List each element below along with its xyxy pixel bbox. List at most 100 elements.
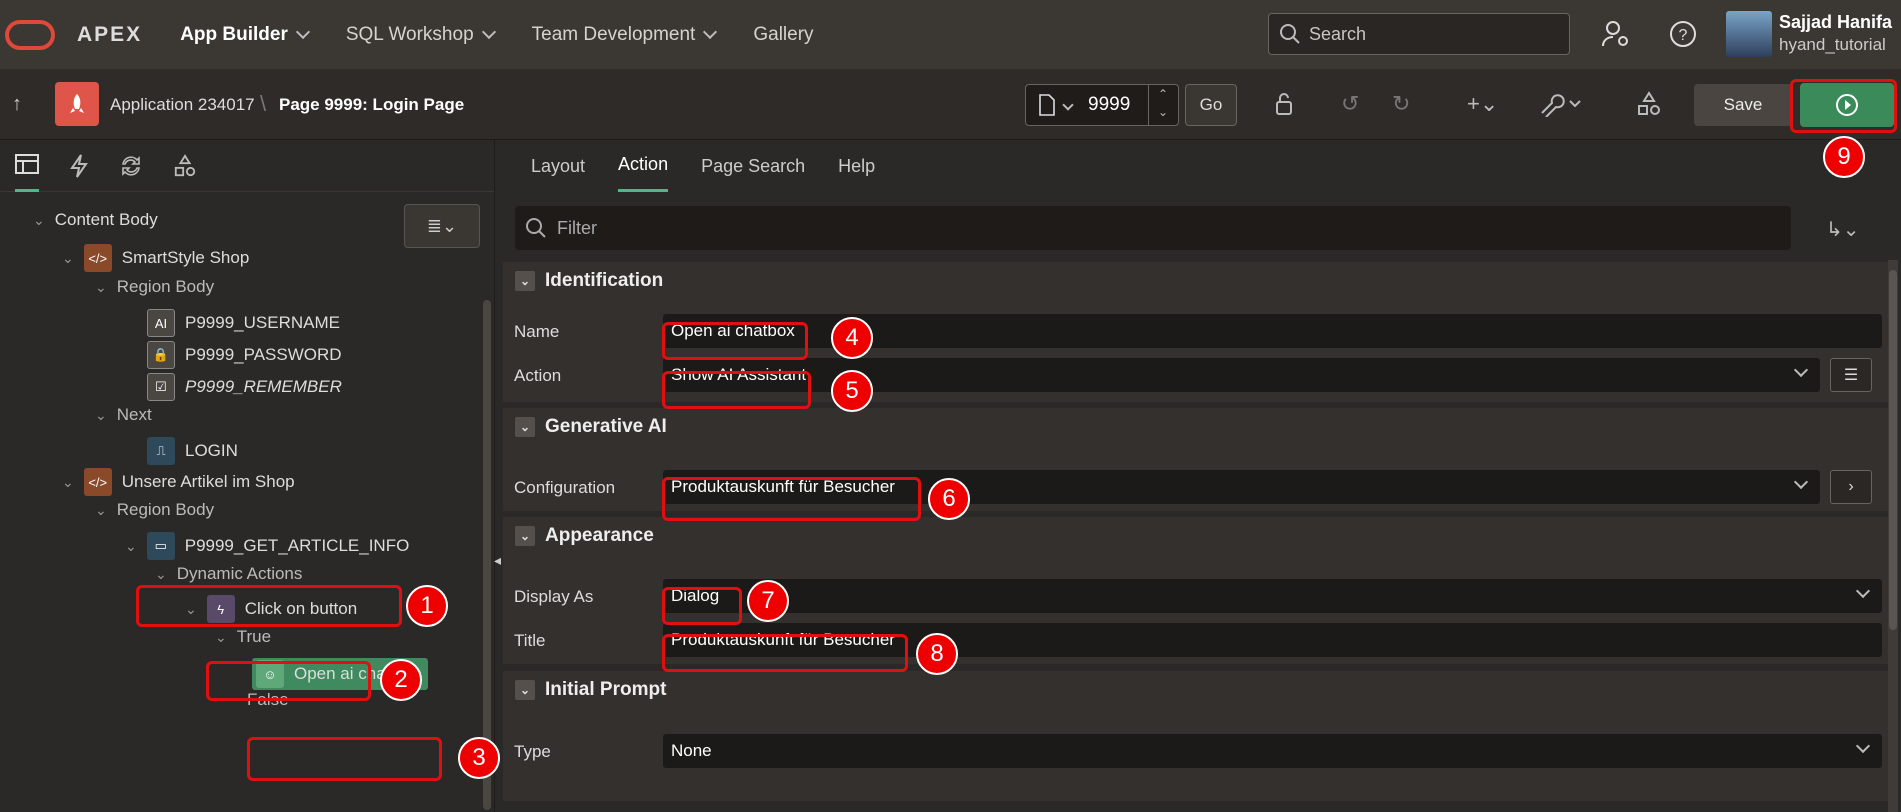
display-as-value: Dialog — [671, 586, 720, 605]
tab-help[interactable]: Help — [838, 140, 875, 192]
tree-node-content-body[interactable]: ⌄ Content Body — [33, 210, 158, 230]
left-panel-tabs — [0, 140, 494, 192]
tree-node-region-body[interactable]: ⌄ Region Body — [95, 277, 214, 297]
property-scrollbar[interactable] — [1888, 260, 1898, 812]
shared-components-icon[interactable] — [1636, 91, 1662, 123]
section-title: Generative AI — [545, 416, 667, 437]
tree-node-false[interactable]: False — [247, 690, 289, 710]
section-header-generative-ai[interactable]: ⌄ Generative AI — [515, 416, 667, 438]
chevron-down-icon — [1062, 99, 1074, 111]
page-number-spinner[interactable]: ⌃ ⌄ — [1148, 85, 1178, 125]
configuration-select[interactable]: Produktauskunft für Besucher — [663, 470, 1820, 504]
annotation-badge-4: 4 — [831, 317, 873, 359]
nav-gallery[interactable]: Gallery — [753, 24, 813, 46]
undo-icon[interactable]: ↺ — [1341, 91, 1359, 117]
tree-node-smartstyle-shop[interactable]: ⌄ </> SmartStyle Shop — [62, 244, 249, 272]
title-field[interactable]: Produktauskunft für Besucher — [663, 623, 1882, 657]
region-icon: </> — [83, 244, 112, 272]
chevron-down-icon: ⌄ — [95, 278, 107, 295]
redo-icon[interactable]: ↻ — [1392, 91, 1410, 117]
tree-node-label: Unsere Artikel im Shop — [121, 472, 295, 491]
tree-node-p9999-password[interactable]: 🔒 P9999_PASSWORD — [147, 341, 342, 369]
save-button[interactable]: Save — [1694, 84, 1792, 126]
tree-node-login[interactable]: ⎍ LOGIN — [147, 437, 238, 465]
tree-node-label: Click on button — [244, 599, 358, 618]
nav-team-development-label: Team Development — [531, 23, 696, 45]
avatar[interactable] — [1726, 11, 1772, 57]
tree-node-get-article-info[interactable]: ⌄ ▭ P9999_GET_ARTICLE_INFO — [125, 532, 409, 560]
action-value: Show AI Assistant — [671, 365, 807, 384]
nav-team-development[interactable]: Team Development — [531, 23, 718, 46]
chevron-down-icon — [481, 24, 496, 39]
chevron-down-icon — [1793, 362, 1809, 378]
tree-scrollbar[interactable] — [483, 300, 491, 810]
arrow-up-icon[interactable]: ↑ — [12, 93, 22, 116]
type-select[interactable]: None — [663, 734, 1882, 768]
user-workspace: hyand_tutorial — [1779, 35, 1886, 54]
oracle-logo[interactable] — [5, 19, 55, 50]
section-header-appearance[interactable]: ⌄ Appearance — [515, 525, 654, 547]
go-button[interactable]: Go — [1185, 84, 1237, 126]
top-navigation: APEX App Builder SQL Workshop Team Devel… — [0, 0, 1901, 69]
section-appearance: ⌄ Appearance Display As Dialog Title Prod… — [503, 517, 1891, 664]
apex-brand[interactable]: APEX — [77, 23, 142, 47]
tab-action[interactable]: Action — [618, 140, 669, 192]
chevron-down-icon: ⌄ — [33, 211, 45, 228]
annotation-badge-2: 2 — [380, 659, 422, 701]
search-icon — [526, 218, 546, 238]
tree-node-label: LOGIN — [185, 441, 238, 460]
run-page-button[interactable] — [1800, 83, 1894, 127]
scrollbar-thumb[interactable] — [1889, 270, 1897, 630]
configuration-open-button[interactable]: › — [1830, 470, 1872, 504]
tree-node-dynamic-actions[interactable]: ⌄ Dynamic Actions — [155, 564, 302, 584]
tree-node-p9999-remember[interactable]: ☑ P9999_REMEMBER — [147, 373, 342, 401]
title-value: Produktauskunft für Besucher — [671, 630, 895, 649]
user-name[interactable]: Sajjad Hanifa — [1779, 12, 1892, 33]
tree-node-region-body-2[interactable]: ⌄ Region Body — [95, 500, 214, 520]
chevron-down-icon: ⌄ — [62, 473, 74, 490]
annotation-badge-9: 9 — [1823, 136, 1865, 178]
nav-sql-workshop[interactable]: SQL Workshop — [346, 24, 496, 46]
page-icon — [1039, 94, 1055, 116]
section-header-initial-prompt[interactable]: ⌄ Initial Prompt — [515, 679, 666, 701]
refresh-icon — [122, 155, 140, 176]
tree-node-next[interactable]: ⌄ Next — [95, 405, 152, 425]
create-menu-icon[interactable]: +⌄ — [1467, 91, 1498, 117]
tree-node-true[interactable]: ⌄ True — [215, 627, 271, 647]
nav-gallery-label: Gallery — [753, 23, 814, 45]
tab-processing[interactable] — [119, 140, 143, 192]
tab-page-search[interactable]: Page Search — [701, 140, 805, 192]
tree-node-p9999-username[interactable]: AI P9999_USERNAME — [147, 309, 340, 337]
tab-shared-components[interactable] — [173, 140, 197, 192]
tab-dynamic-actions[interactable] — [69, 140, 89, 192]
tree-menu-button[interactable]: ≣⌄ — [404, 204, 480, 248]
button-icon: ⎍ — [147, 437, 175, 465]
utilities-wrench-icon[interactable] — [1538, 91, 1584, 123]
go-to-group-icon[interactable]: ↳⌄ — [1826, 217, 1860, 242]
help-icon[interactable]: ? — [1665, 16, 1701, 52]
page-number-field[interactable]: 9999 ⌃ ⌄ — [1025, 84, 1179, 126]
splitter-handle[interactable]: ◂ — [494, 552, 501, 569]
admin-user-icon[interactable] — [1598, 16, 1634, 52]
tab-layout[interactable]: Layout — [531, 140, 585, 192]
collapse-icon: ⌄ — [515, 271, 535, 291]
lock-icon[interactable] — [1271, 91, 1295, 123]
section-title: Initial Prompt — [545, 679, 667, 700]
tree-node-unsere-artikel[interactable]: ⌄ </> Unsere Artikel im Shop — [62, 468, 295, 496]
section-title: Identification — [545, 270, 664, 291]
tree-node-label: True — [236, 627, 272, 646]
list-details-button[interactable]: ☰ — [1830, 358, 1872, 392]
name-value: Open ai chatbox — [671, 321, 795, 340]
app-icon[interactable] — [55, 82, 99, 126]
page-number-value: 9999 — [1088, 94, 1131, 115]
filter-input[interactable]: Filter — [515, 206, 1791, 250]
global-search-input[interactable]: Search — [1268, 13, 1570, 55]
section-header-identification[interactable]: ⌄ Identification — [515, 270, 663, 292]
breadcrumb-application[interactable]: Application 234017 — [110, 95, 255, 115]
display-as-select[interactable]: Dialog — [663, 579, 1882, 613]
chevron-down-icon: ⌄ — [95, 501, 107, 518]
tab-rendering[interactable] — [15, 140, 39, 192]
nav-app-builder[interactable]: App Builder — [180, 24, 310, 46]
list-icon: ☰ — [1843, 367, 1859, 384]
tree-node-click-on-button[interactable]: ⌄ ϟ Click on button — [185, 595, 357, 623]
